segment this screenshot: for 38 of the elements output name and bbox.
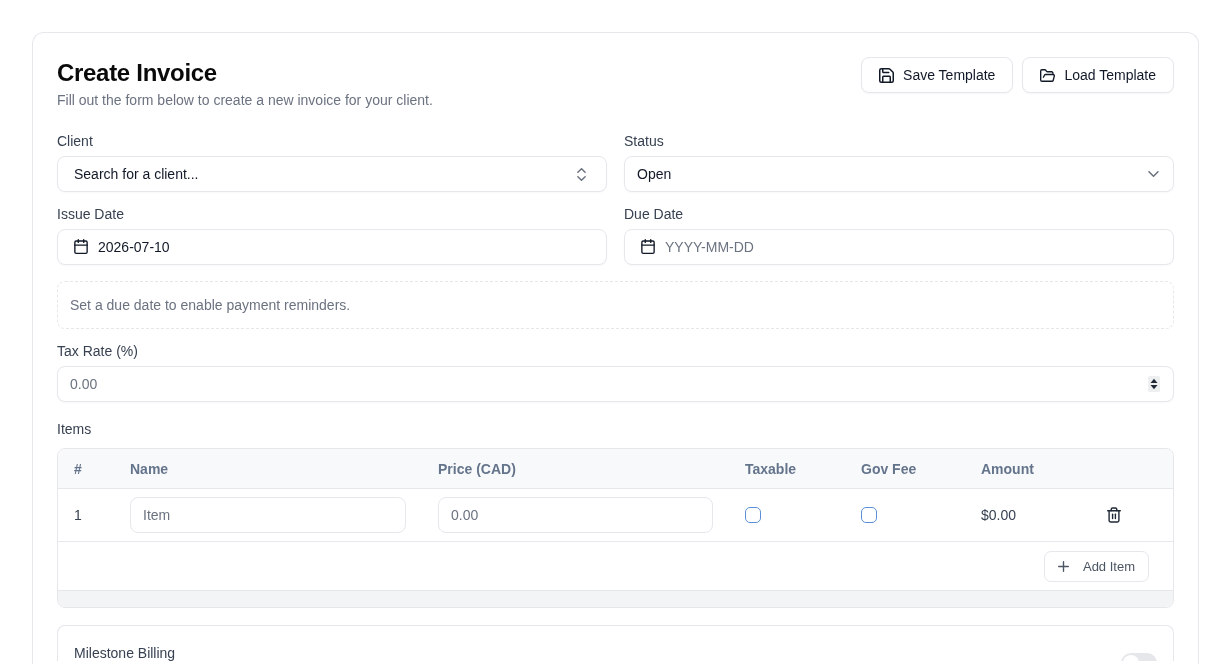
field-label: Client [57, 132, 94, 151]
section-label: Items [57, 420, 93, 439]
stepper-icon[interactable] [1148, 376, 1160, 392]
section-title: Milestone Billing [74, 645, 176, 661]
field-label: Tax Rate (%) [57, 342, 139, 361]
add-item-button[interactable]: Add Item [1043, 550, 1149, 582]
date-field[interactable]: YYYY-MM-DD [624, 229, 1174, 265]
column-header: Name [129, 460, 170, 477]
field-label: Due Date [624, 205, 685, 224]
plus-icon [1057, 560, 1069, 572]
select-field[interactable]: Open [624, 156, 1174, 192]
save-template-button[interactable]: Save Template [861, 57, 1014, 93]
price-field[interactable]: 0.00 [438, 497, 713, 533]
notice: Set a due date to enable payment reminders. [57, 281, 1174, 329]
chevron-down-icon [1148, 171, 1159, 177]
calendar-icon [74, 239, 88, 254]
column-header: Gov Fee [860, 460, 918, 477]
checkbox[interactable] [861, 507, 877, 523]
column-header: # [73, 460, 83, 477]
column-header: Amount [980, 460, 1035, 477]
checkbox[interactable] [745, 507, 761, 523]
page-subtitle: Fill out the form below to create a new invoice for your client. [57, 91, 433, 110]
row-number: 1 [74, 507, 82, 523]
number-field[interactable]: 0.00 [57, 366, 1174, 402]
trash-icon[interactable] [1107, 507, 1121, 523]
chevron-up-down-icon [577, 167, 586, 181]
column-header: Taxable [744, 460, 798, 477]
folder-icon [1040, 67, 1056, 83]
page-title: Create Invoice [57, 58, 218, 88]
calendar-icon [641, 239, 655, 254]
field-label: Issue Date [57, 205, 125, 224]
field-label: Status [624, 132, 665, 151]
item-name-field[interactable]: Item [130, 497, 406, 533]
load-template-button[interactable]: Load Template [1022, 57, 1174, 93]
combobox[interactable]: Search for a client... [57, 156, 607, 192]
amount-text: $0.00 [981, 507, 1017, 523]
column-header: Price (CAD) [437, 460, 517, 477]
date-field[interactable]: 2026-07-10 [57, 229, 607, 265]
